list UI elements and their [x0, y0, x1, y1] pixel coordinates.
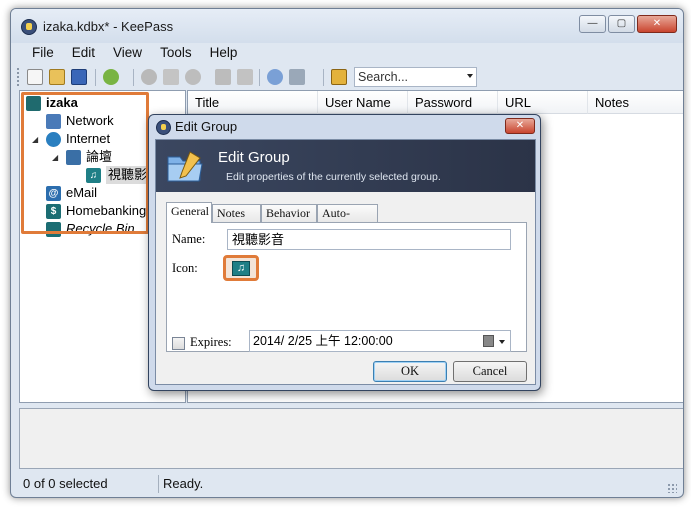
toolbar-separator — [323, 69, 324, 86]
cancel-button[interactable]: Cancel — [453, 361, 527, 382]
banner-subtitle: Edit properties of the currently selecte… — [226, 171, 441, 183]
menu-file[interactable]: File — [23, 43, 63, 65]
column-url[interactable]: URL — [498, 91, 588, 114]
menu-view[interactable]: View — [104, 43, 151, 65]
status-separator — [158, 475, 159, 493]
column-password[interactable]: Password — [408, 91, 498, 114]
new-database-icon[interactable] — [27, 69, 43, 85]
minimize-button[interactable]: — — [579, 15, 606, 33]
menu-help[interactable]: Help — [201, 43, 247, 65]
folder-edit-icon — [167, 151, 203, 182]
icon-label: Icon: — [172, 261, 198, 275]
status-text: Ready. — [163, 476, 204, 491]
chevron-down-icon[interactable] — [467, 74, 473, 78]
music-icon: ♫ — [232, 261, 250, 276]
tab-auto-type[interactable]: Auto-Type — [317, 204, 378, 236]
resize-grip[interactable] — [667, 483, 677, 493]
search-input[interactable]: Search... — [354, 67, 477, 87]
save-icon[interactable] — [71, 69, 87, 85]
menu-tools[interactable]: Tools — [151, 43, 201, 65]
tab-behavior[interactable]: Behavior — [261, 204, 317, 222]
find-icon[interactable] — [267, 69, 283, 85]
keepass-lock-icon — [21, 19, 37, 35]
dialog-banner: Edit Group Edit properties of the curren… — [156, 140, 535, 192]
dialog-body: Edit Group Edit properties of the curren… — [155, 139, 536, 385]
column-notes[interactable]: Notes — [588, 91, 683, 114]
menu-bar: File Edit View Tools Help — [11, 43, 683, 65]
status-bar: 0 of 0 selected Ready. — [11, 469, 683, 497]
highlight-box — [21, 92, 149, 234]
open-database-icon[interactable] — [49, 69, 65, 85]
general-tab-panel: Name: 視聽影音 Icon: ♫ Expires: 2014/ 2/25 上… — [166, 222, 527, 352]
window-title: izaka.kdbx* - KeePass — [43, 19, 174, 34]
expires-date-picker[interactable]: 2014/ 2/25 上午 12:00:00 — [249, 330, 511, 352]
expires-date-value: 2014/ 2/25 上午 12:00:00 — [253, 334, 393, 348]
column-username[interactable]: User Name — [318, 91, 408, 114]
window-controls: — ▢ ✕ — [579, 15, 677, 33]
lock-workspace-icon[interactable] — [331, 69, 347, 85]
edit-entry-icon[interactable] — [237, 69, 253, 85]
edit-group-dialog: Edit Group ✕ Edit Group Edit properties … — [148, 114, 541, 391]
delete-entry-icon[interactable] — [289, 69, 305, 85]
key-icon[interactable] — [215, 69, 231, 85]
toolbar-separator — [133, 69, 134, 86]
title-bar: izaka.kdbx* - KeePass — ▢ ✕ — [11, 9, 683, 43]
selection-count: 0 of 0 selected — [23, 476, 108, 491]
keepass-lock-icon — [156, 120, 171, 135]
toolbar-separator — [95, 69, 96, 86]
icon-picker-button[interactable]: ♫ — [223, 255, 259, 281]
dialog-title: Edit Group — [175, 119, 238, 134]
toolbar-grip[interactable] — [17, 68, 20, 86]
maximize-button[interactable]: ▢ — [608, 15, 635, 33]
menu-edit[interactable]: Edit — [63, 43, 104, 65]
dialog-close-button[interactable]: ✕ — [505, 118, 535, 134]
banner-title: Edit Group — [218, 149, 290, 166]
toolbar-separator — [259, 69, 260, 86]
chevron-down-icon[interactable] — [499, 340, 505, 344]
copy-password-icon[interactable] — [185, 69, 201, 85]
close-button[interactable]: ✕ — [637, 15, 677, 33]
expires-label: Expires: — [190, 335, 232, 349]
user-icon[interactable] — [141, 69, 157, 85]
name-label: Name: — [172, 232, 206, 246]
tab-notes[interactable]: Notes — [212, 204, 261, 222]
copy-username-icon[interactable] — [163, 69, 179, 85]
calendar-icon[interactable] — [483, 335, 494, 347]
name-field[interactable]: 視聽影音 — [227, 229, 511, 250]
column-title[interactable]: Title — [188, 91, 318, 114]
entry-detail-pane — [19, 408, 683, 469]
add-entry-icon[interactable] — [103, 69, 119, 85]
toolbar: Search... — [11, 65, 683, 89]
tab-general[interactable]: General — [166, 202, 212, 223]
ok-button[interactable]: OK — [373, 361, 447, 382]
expires-checkbox[interactable] — [172, 337, 185, 350]
